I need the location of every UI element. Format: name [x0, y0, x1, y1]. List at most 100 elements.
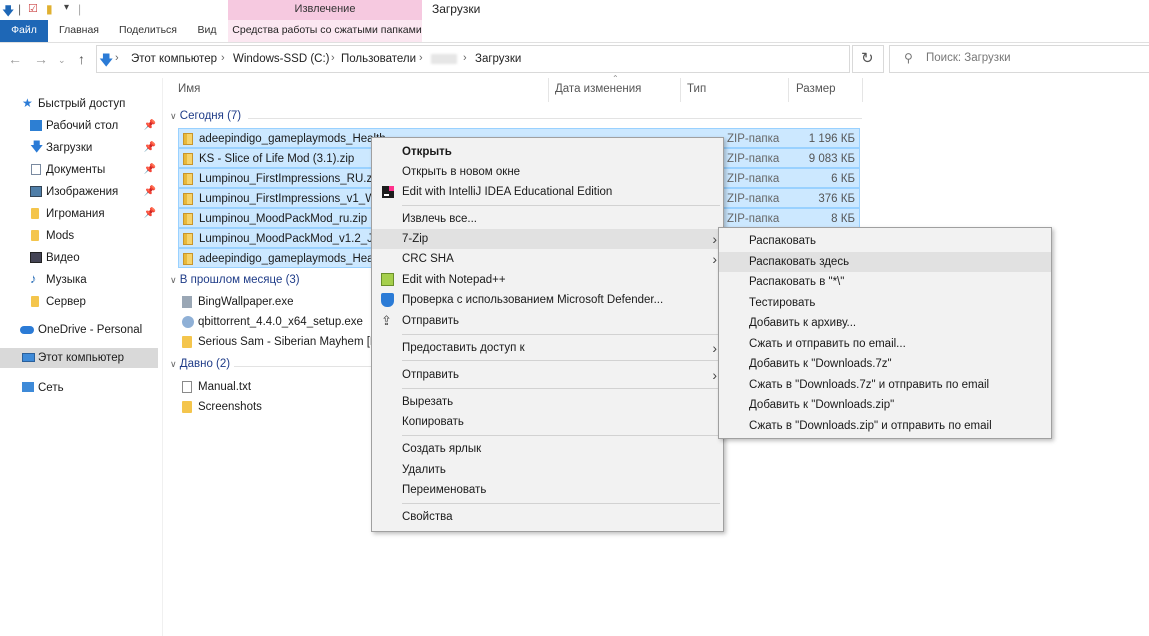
menu-item-extract[interactable]: Распаковать — [719, 231, 1051, 251]
sidebar-item-music[interactable]: ♪ Музыка — [0, 270, 160, 290]
pin-icon[interactable]: 📌 — [144, 138, 156, 158]
breadcrumb-users[interactable]: Пользователи — [341, 53, 416, 65]
menu-item-send-to[interactable]: Отправить › — [372, 365, 723, 385]
search-placeholder[interactable]: Поиск: Загрузки — [926, 52, 1011, 64]
sidebar-item-server[interactable]: Сервер — [0, 292, 160, 312]
menu-item-create-shortcut[interactable]: Создать ярлык — [372, 439, 723, 459]
tab-share[interactable]: Поделиться — [116, 20, 180, 42]
sidebar-item-onedrive[interactable]: OneDrive - Personal — [0, 320, 160, 340]
sidebar-item-network[interactable]: Сеть — [0, 378, 160, 398]
file-row[interactable]: qbittorrent_4.4.0_x64_setup.exe — [178, 312, 372, 332]
file-row[interactable]: BingWallpaper.exe — [178, 292, 372, 312]
breadcrumb-downloads[interactable]: Загрузки — [475, 53, 521, 65]
column-header-date[interactable]: Дата изменения — [555, 83, 641, 95]
menu-item-open-new-window[interactable]: Открыть в новом окне — [372, 162, 723, 182]
chevron-right-icon[interactable]: › — [115, 52, 119, 64]
file-type: ZIP-папка — [727, 193, 780, 205]
address-bar[interactable]: 🡇 › Этот компьютер › Windows-SSD (C:) › … — [96, 45, 850, 73]
menu-item-add-to-zip[interactable]: Добавить к "Downloads.zip" — [719, 395, 1051, 415]
menu-item-delete[interactable]: Удалить — [372, 460, 723, 480]
group-header-today[interactable]: ∨ Сегодня (7) — [170, 110, 241, 122]
sidebar-item-downloads[interactable]: 🡇 Загрузки 📌 — [0, 138, 160, 158]
tab-home[interactable]: Главная — [54, 20, 104, 42]
tab-compressed-tools[interactable]: Средства работы со сжатыми папками — [232, 20, 422, 42]
menu-item-label: Открыть — [402, 146, 452, 158]
menu-item-label: Вырезать — [402, 396, 454, 408]
up-arrow-icon[interactable]: ↑ — [78, 51, 85, 67]
pin-icon[interactable]: 📌 — [144, 160, 156, 180]
file-name: adeepindigo_gameplaymods_Health — [199, 253, 386, 265]
menu-item-intellij[interactable]: Edit with IntelliJ IDEA Educational Edit… — [372, 182, 723, 202]
menu-item-label: Добавить к "Downloads.7z" — [749, 358, 892, 370]
sidebar-item-video[interactable]: Видео — [0, 248, 160, 268]
menu-item-add-to-7z[interactable]: Добавить к "Downloads.7z" — [719, 354, 1051, 374]
pin-icon[interactable]: 📌 — [144, 116, 156, 136]
video-icon — [30, 252, 42, 263]
menu-item-rename[interactable]: Переименовать — [372, 480, 723, 500]
menu-item-notepad-plus-plus[interactable]: Edit with Notepad++ — [372, 270, 723, 290]
column-header-size[interactable]: Размер — [796, 83, 836, 95]
zip-folder-icon — [183, 253, 193, 265]
checkbox-doc-icon[interactable]: ☑ — [28, 2, 38, 15]
tab-view[interactable]: Вид — [192, 20, 222, 42]
menu-item-properties[interactable]: Свойства — [372, 507, 723, 527]
file-row[interactable]: Screenshots — [178, 397, 372, 417]
menu-item-give-access[interactable]: Предоставить доступ к › — [372, 338, 723, 358]
menu-item-compress-zip-email[interactable]: Сжать в "Downloads.zip" и отправить по e… — [719, 416, 1051, 436]
sidebar-item-mods[interactable]: Mods — [0, 226, 160, 246]
chevron-right-icon[interactable]: › — [221, 52, 225, 64]
menu-item-defender-scan[interactable]: Проверка с использованием Microsoft Defe… — [372, 290, 723, 310]
menu-item-compress-email[interactable]: Сжать и отправить по email... — [719, 334, 1051, 354]
menu-item-open[interactable]: Открыть — [372, 142, 723, 162]
column-header-name[interactable]: Имя — [178, 83, 200, 95]
menu-item-extract-all[interactable]: Извлечь все... — [372, 209, 723, 229]
group-header-old[interactable]: ∨ Давно (2) — [170, 358, 230, 370]
forward-arrow-icon[interactable]: → — [34, 51, 48, 67]
refresh-button[interactable]: ↻ — [852, 45, 884, 73]
recent-dropdown-icon[interactable]: ⌄ — [58, 55, 66, 66]
column-divider[interactable] — [548, 78, 549, 102]
file-row[interactable]: Serious Sam - Siberian Mayhem [FitG — [178, 332, 372, 352]
pin-icon[interactable]: 📌 — [144, 182, 156, 202]
menu-item-add-to-archive[interactable]: Добавить к архиву... — [719, 313, 1051, 333]
search-box[interactable]: ⚲ Поиск: Загрузки — [889, 45, 1149, 73]
folder-icon[interactable]: ▮ — [46, 2, 53, 16]
menu-item-label: Свойства — [402, 511, 453, 523]
menu-item-extract-to-folder[interactable]: Распаковать в "*\" — [719, 272, 1051, 292]
sidebar-item-quick-access[interactable]: ★ Быстрый доступ — [0, 94, 160, 114]
breadcrumb-username-redacted[interactable] — [431, 54, 457, 64]
chevron-right-icon[interactable]: › — [331, 52, 335, 64]
chevron-right-icon[interactable]: › — [419, 52, 423, 64]
back-arrow-icon[interactable]: ← — [8, 51, 22, 67]
sidebar-item-desktop[interactable]: Рабочий стол 📌 — [0, 116, 160, 136]
menu-item-test[interactable]: Тестировать — [719, 293, 1051, 313]
file-row[interactable]: Manual.txt — [178, 377, 372, 397]
breadcrumb-computer[interactable]: Этот компьютер — [131, 53, 217, 65]
menu-item-cut[interactable]: Вырезать — [372, 392, 723, 412]
column-divider[interactable] — [680, 78, 681, 102]
breadcrumb-drive[interactable]: Windows-SSD (C:) — [233, 53, 329, 65]
menu-item-extract-here[interactable]: Распаковать здесь — [719, 252, 1051, 272]
menu-separator — [402, 435, 720, 436]
column-header-type[interactable]: Тип — [687, 83, 706, 95]
tab-file[interactable]: Файл — [0, 20, 48, 42]
file-size: 1 196 КБ — [808, 133, 855, 145]
menu-item-share[interactable]: ⇪ Отправить — [372, 311, 723, 331]
sidebar-item-pictures[interactable]: Изображения 📌 — [0, 182, 160, 202]
group-header-last-month[interactable]: ∨ В прошлом месяце (3) — [170, 274, 300, 286]
pin-icon[interactable]: 📌 — [144, 204, 156, 224]
sidebar-item-igromania[interactable]: Игромания 📌 — [0, 204, 160, 224]
menu-item-7zip[interactable]: 7-Zip › — [372, 229, 723, 249]
column-divider[interactable] — [862, 78, 863, 102]
menu-item-copy[interactable]: Копировать — [372, 412, 723, 432]
column-divider[interactable] — [788, 78, 789, 102]
menu-item-compress-7z-email[interactable]: Сжать в "Downloads.7z" и отправить по em… — [719, 375, 1051, 395]
sidebar-item-this-pc[interactable]: Этот компьютер — [0, 348, 158, 368]
group-divider — [234, 366, 372, 367]
menu-item-crc-sha[interactable]: CRC SHA › — [372, 249, 723, 269]
chevron-right-icon[interactable]: › — [463, 52, 467, 64]
file-name: BingWallpaper.exe — [198, 296, 294, 308]
customize-qat-icon[interactable]: ▾ — [64, 2, 69, 13]
pane-divider[interactable] — [162, 78, 163, 636]
sidebar-item-documents[interactable]: Документы 📌 — [0, 160, 160, 180]
